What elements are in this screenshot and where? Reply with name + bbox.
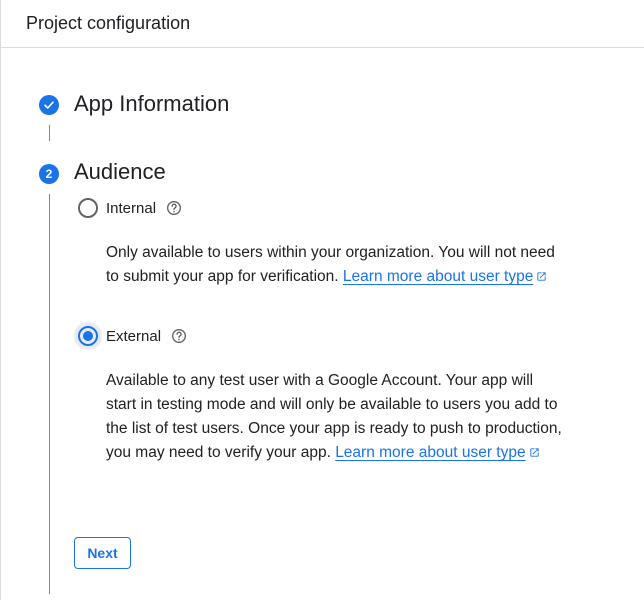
- external-link-icon: [529, 448, 539, 457]
- project-configuration-panel: Project configuration App Information 2 …: [0, 0, 644, 600]
- next-button[interactable]: Next: [74, 537, 131, 569]
- step-number-badge: 2: [39, 164, 59, 184]
- radio-option-external[interactable]: External: [74, 322, 187, 350]
- radio-external[interactable]: [74, 322, 102, 350]
- page-title: Project configuration: [26, 13, 191, 33]
- learn-more-user-type-link[interactable]: Learn more about user type: [335, 444, 539, 461]
- radio-button-checked[interactable]: [78, 326, 98, 346]
- step-title-audience: Audience: [74, 159, 166, 184]
- radio-internal[interactable]: [74, 194, 102, 222]
- help-icon[interactable]: [171, 328, 187, 344]
- radio-button-unchecked[interactable]: [78, 198, 98, 218]
- help-icon[interactable]: [166, 200, 182, 216]
- radio-label-internal[interactable]: Internal: [106, 200, 156, 217]
- radio-label-external[interactable]: External: [106, 328, 161, 345]
- header: Project configuration: [1, 0, 644, 48]
- step-connector: [49, 194, 50, 594]
- check-icon: [39, 95, 59, 115]
- step-connector: [49, 125, 50, 141]
- radio-dot: [83, 331, 93, 341]
- external-link-icon: [537, 272, 546, 281]
- radio-option-internal[interactable]: Internal: [74, 194, 182, 222]
- step-title-app-information[interactable]: App Information: [74, 91, 229, 117]
- internal-description: Only available to users within your orga…: [106, 241, 566, 289]
- learn-more-user-type-link[interactable]: Learn more about user type: [343, 268, 547, 285]
- external-description: Available to any test user with a Google…: [106, 369, 566, 465]
